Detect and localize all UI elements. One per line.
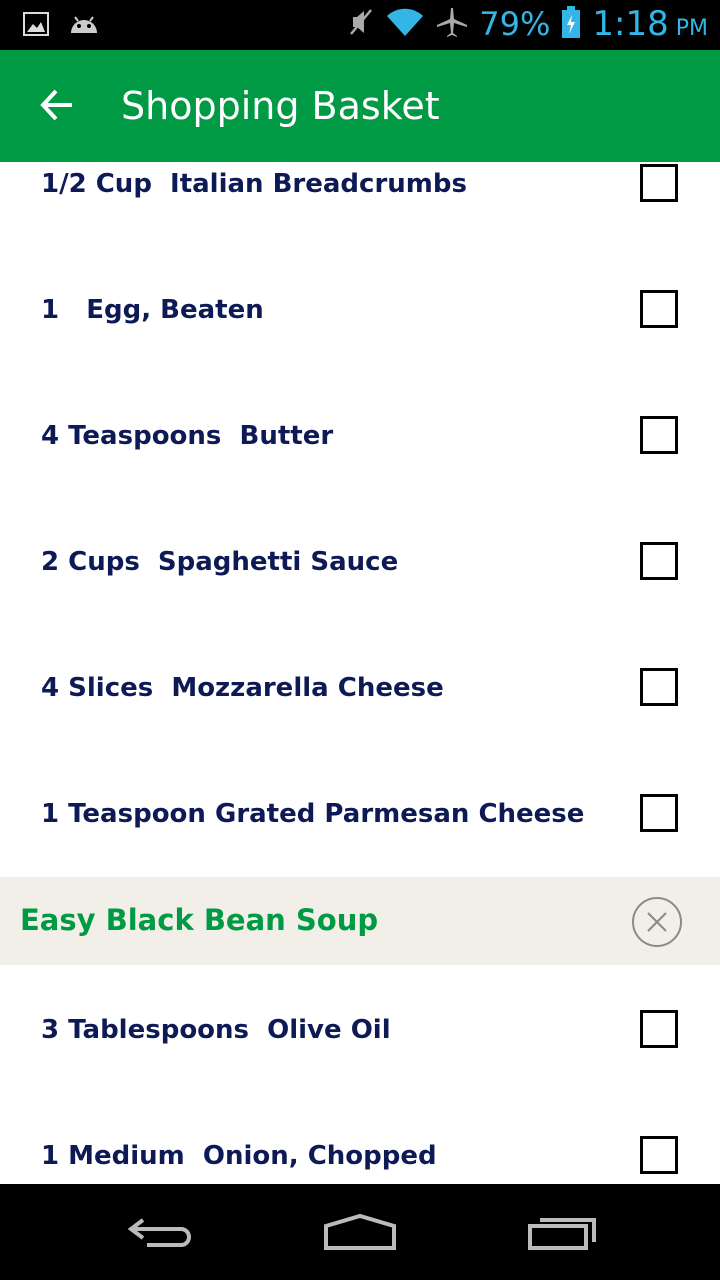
item-checkbox[interactable] — [640, 1136, 678, 1174]
recents-nav-icon — [528, 1218, 596, 1250]
gallery-notification-icon — [22, 10, 50, 43]
list-item: 3 Tablespoons Olive Oil — [0, 967, 720, 1093]
list-item: 1 Medium Onion, Chopped — [0, 1093, 720, 1184]
item-label: 3 Tablespoons Olive Oil — [41, 1015, 391, 1045]
clock-ampm: PM — [675, 16, 708, 41]
recipe-section-header: Easy Black Bean Soup — [0, 877, 720, 965]
remove-recipe-button[interactable] — [632, 897, 682, 947]
list-item: 1/2 Cup Italian Breadcrumbs — [0, 162, 720, 251]
list-item: 1 Egg, Beaten — [0, 251, 720, 377]
nav-recents-button[interactable] — [522, 1208, 602, 1256]
app-toolbar: Shopping Basket — [0, 50, 720, 162]
item-label: 1 Medium Onion, Chopped — [41, 1141, 437, 1171]
system-nav-bar — [0, 1184, 720, 1280]
item-label: 1/2 Cup Italian Breadcrumbs — [41, 169, 467, 199]
arrow-left-icon — [40, 89, 72, 121]
nav-home-button[interactable] — [320, 1208, 400, 1256]
list-item: 1 Teaspoon Grated Parmesan Cheese — [0, 755, 720, 881]
recipe-title: Easy Black Bean Soup — [20, 903, 379, 937]
battery-icon — [560, 5, 582, 44]
item-checkbox[interactable] — [640, 1010, 678, 1048]
item-checkbox[interactable] — [640, 164, 678, 202]
item-checkbox[interactable] — [640, 290, 678, 328]
android-notification-icon — [68, 11, 100, 42]
item-checkbox[interactable] — [640, 668, 678, 706]
home-nav-icon — [324, 1213, 396, 1250]
item-label: 1 Teaspoon Grated Parmesan Cheese — [41, 799, 585, 829]
list-item: 4 Slices Mozzarella Cheese — [0, 629, 720, 755]
page-title: Shopping Basket — [121, 84, 440, 128]
mute-icon — [347, 7, 375, 42]
item-label: 4 Slices Mozzarella Cheese — [41, 673, 444, 703]
shopping-list: 1/2 Cup Italian Breadcrumbs 1 Egg, Beate… — [0, 162, 720, 1184]
close-icon — [647, 912, 667, 932]
item-checkbox[interactable] — [640, 416, 678, 454]
item-label: 1 Egg, Beaten — [41, 295, 264, 325]
nav-back-button[interactable] — [120, 1208, 200, 1256]
status-bar: 79% 1:18 PM — [0, 0, 720, 50]
item-checkbox[interactable] — [640, 794, 678, 832]
item-checkbox[interactable] — [640, 542, 678, 580]
back-button[interactable] — [34, 82, 80, 128]
list-item: 2 Cups Spaghetti Sauce — [0, 503, 720, 629]
clock: 1:18 PM — [592, 4, 708, 44]
back-nav-icon — [127, 1218, 191, 1247]
item-label: 4 Teaspoons Butter — [41, 421, 334, 451]
clock-time: 1:18 — [592, 4, 669, 44]
item-label: 2 Cups Spaghetti Sauce — [41, 547, 399, 577]
wifi-icon — [385, 6, 425, 43]
list-item: 4 Teaspoons Butter — [0, 377, 720, 503]
airplane-mode-icon — [435, 6, 469, 43]
battery-percent: 79% — [479, 5, 551, 43]
